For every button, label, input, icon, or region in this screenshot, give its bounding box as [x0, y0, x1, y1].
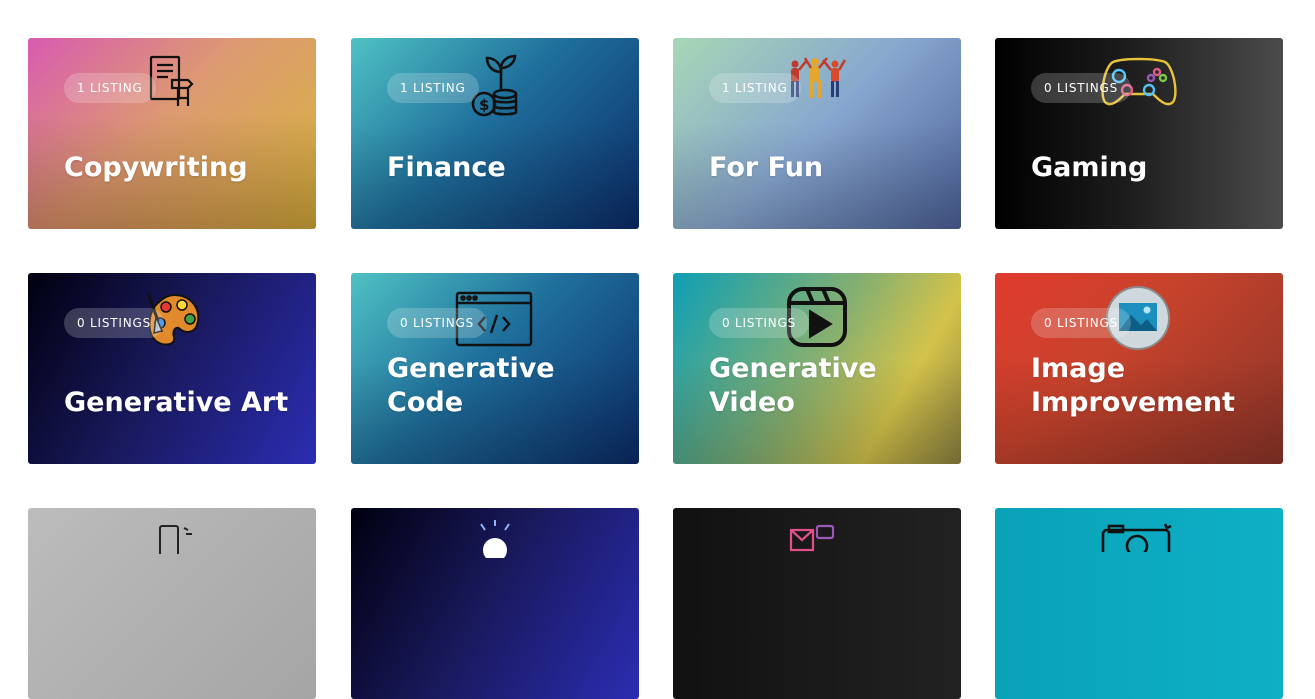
category-title: Gaming: [1031, 152, 1148, 183]
listing-count-badge: 0 LISTINGS: [387, 308, 488, 338]
category-card-finance[interactable]: $ 1 LISTING Finance: [351, 38, 639, 229]
lightbulb-icon: [467, 518, 523, 562]
category-title: Image Improvement: [1031, 353, 1235, 418]
camera-icon: [1101, 522, 1173, 562]
category-card-for-fun[interactable]: 1 LISTING For Fun: [673, 38, 961, 229]
category-card-row3-1[interactable]: [28, 508, 316, 699]
listing-count-badge: 1 LISTING: [709, 73, 801, 103]
listing-count-badge: 0 LISTINGS: [64, 308, 165, 338]
listing-count-badge: 1 LISTING: [387, 73, 479, 103]
category-card-generative-code[interactable]: 0 LISTINGS Generative Code: [351, 273, 639, 464]
category-title: Finance: [387, 152, 506, 183]
svg-text:$: $: [479, 96, 489, 114]
category-card-row3-2[interactable]: [351, 508, 639, 699]
category-card-generative-art[interactable]: 0 LISTINGS Generative Art: [28, 273, 316, 464]
listing-count-badge: 1 LISTING: [64, 73, 156, 103]
category-card-generative-video[interactable]: 0 LISTINGS Generative Video: [673, 273, 961, 464]
category-card-gaming[interactable]: 0 LISTINGS Gaming: [995, 38, 1283, 229]
category-card-row3-4[interactable]: [995, 508, 1283, 699]
category-card-row3-3[interactable]: [673, 508, 961, 699]
category-title: For Fun: [709, 152, 824, 183]
category-title: Copywriting: [64, 152, 248, 183]
category-title: Generative Video: [709, 353, 877, 418]
listing-count-badge: 0 LISTINGS: [1031, 73, 1132, 103]
category-card-copywriting[interactable]: 1 LISTING Copywriting: [28, 38, 316, 229]
phone-scan-icon: [156, 524, 200, 558]
listing-count-badge: 0 LISTINGS: [1031, 308, 1132, 338]
listing-count-badge: 0 LISTINGS: [709, 308, 810, 338]
chat-mail-icon: [787, 524, 847, 558]
category-title: Generative Art: [64, 387, 289, 418]
category-grid: 1 LISTING Copywriting $ 1 LISTING Financ…: [0, 0, 1315, 699]
category-card-image-improvement[interactable]: 0 LISTINGS Image Improvement: [995, 273, 1283, 464]
category-title: Generative Code: [387, 353, 555, 418]
